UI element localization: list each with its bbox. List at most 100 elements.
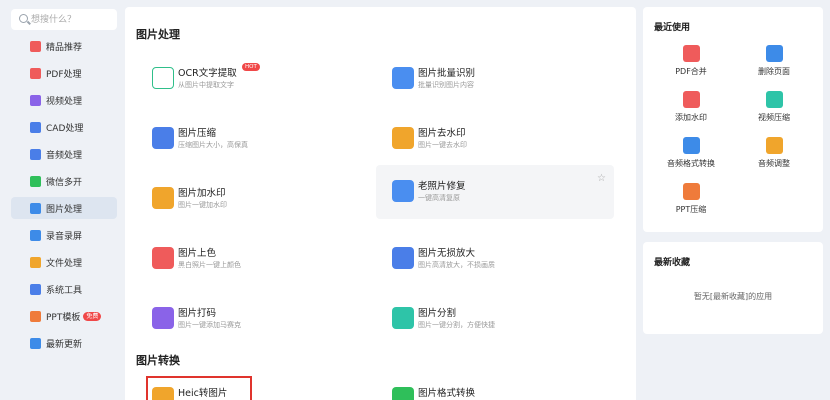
recent-item-label: 添加水印 xyxy=(675,113,707,122)
sidebar-item-cad[interactable]: CAD处理 xyxy=(11,116,117,138)
tool-desc: 从图片中提取文字 xyxy=(178,81,234,89)
recent-item-label: PPT压缩 xyxy=(675,205,707,214)
tool-name: 图片格式转换 xyxy=(418,388,476,399)
tool-desc: 图片一键添加马赛克 xyxy=(178,321,241,329)
paint-bucket-icon xyxy=(152,247,174,269)
tool-batch-recognize[interactable]: 图片批量识别 批量识别图片内容 xyxy=(368,52,606,106)
recent-item-video-compress[interactable]: 视频压缩 xyxy=(744,91,804,123)
recent-item-ppt-compress[interactable]: PPT压缩 xyxy=(661,183,721,215)
tool-desc: 压缩图片大小，高保真 xyxy=(178,141,248,149)
tool-desc: 一键高清复原 xyxy=(418,194,460,202)
sidebar-item-ppt[interactable]: PPT模板 免费 xyxy=(11,305,117,327)
tool-remove-watermark[interactable]: 图片去水印 图片一键去水印 xyxy=(368,112,606,166)
tool-name: 图片压缩 xyxy=(178,128,217,139)
tool-mosaic[interactable]: 图片打码 图片一键添加马赛克 xyxy=(128,292,366,346)
tool-desc: 图片一键分割，方便快捷 xyxy=(418,321,495,329)
tool-name: 图片批量识别 xyxy=(418,68,476,79)
tool-ocr[interactable]: OCR文字提取 HOT 从图片中提取文字 xyxy=(128,52,366,106)
image-icon xyxy=(30,202,41,214)
thumbs-up-icon xyxy=(30,40,41,52)
heic-icon xyxy=(152,387,174,400)
search-icon xyxy=(19,14,28,23)
tool-desc: 图片一键加水印 xyxy=(178,201,227,209)
recent-item-pdf-merge[interactable]: PDF合并 xyxy=(661,45,721,77)
sidebar-item-file[interactable]: 文件处理 xyxy=(11,251,117,273)
ppt-compress-icon xyxy=(682,183,700,200)
tool-desc: 黑白照片一键上颜色 xyxy=(178,261,241,269)
section-title-image-conversion: 图片转换 xyxy=(136,354,180,367)
favorites-panel: 最新收藏 暂无[最新收藏]的应用 xyxy=(643,242,823,334)
recent-item-label: 视频压缩 xyxy=(758,113,790,122)
tool-compress[interactable]: 图片压缩 压缩图片大小，高保真 xyxy=(128,112,366,166)
sidebar-item-recording[interactable]: 录音录屏 xyxy=(11,224,117,246)
tool-desc: 图片一键去水印 xyxy=(418,141,467,149)
recent-item-audio-adjust[interactable]: 音频调整 xyxy=(744,137,804,169)
tool-desc: 批量识别图片内容 xyxy=(418,81,474,89)
sidebar-item-label: CAD处理 xyxy=(46,123,84,134)
tool-name: 图片无损放大 xyxy=(418,248,476,259)
recent-item-delete-page[interactable]: 删除页面 xyxy=(744,45,804,77)
tool-heic-convert[interactable]: Heic转图片 xyxy=(128,372,366,400)
tool-split[interactable]: 图片分割 图片一键分割，方便快捷 xyxy=(368,292,606,346)
recent-item-add-watermark[interactable]: 添加水印 xyxy=(661,91,721,123)
audio-adjust-icon xyxy=(765,137,783,154)
microphone-icon xyxy=(30,229,41,241)
audio-icon xyxy=(30,148,41,160)
drop-icon xyxy=(152,187,174,209)
compress-icon xyxy=(152,127,174,149)
tool-name: 图片分割 xyxy=(418,308,457,319)
tool-name: 图片打码 xyxy=(178,308,217,319)
sidebar-item-label: 文件处理 xyxy=(46,258,83,269)
sidebar-item-system[interactable]: 系统工具 xyxy=(11,278,117,300)
sidebar-item-label: 音频处理 xyxy=(46,150,83,161)
video-icon xyxy=(30,94,41,106)
split-icon xyxy=(392,307,414,329)
star-icon[interactable]: ☆ xyxy=(597,173,606,184)
sidebar-item-label: 最新更新 xyxy=(46,339,83,350)
sidebar-item-label: PDF处理 xyxy=(46,69,82,80)
sidebar-item-audio[interactable]: 音频处理 xyxy=(11,143,117,165)
sidebar-item-featured[interactable]: 精品推荐 xyxy=(11,35,117,57)
sidebar-item-latest[interactable]: 最新更新 xyxy=(11,332,117,354)
sidebar-item-label: 微信多开 xyxy=(46,177,83,188)
sidebar-item-wechat[interactable]: 微信多开 xyxy=(11,170,117,192)
wrench-icon xyxy=(392,180,414,202)
pdf-merge-icon xyxy=(682,45,700,62)
sidebar-item-label: 视频处理 xyxy=(46,96,83,107)
favorites-title: 最新收藏 xyxy=(654,258,691,268)
recent-panel: 最近使用 PDF合并 删除页面 添加水印 视频压缩 音频格式转换 音频调整 PP… xyxy=(643,7,823,232)
wechat-icon xyxy=(30,175,41,187)
tool-add-watermark[interactable]: 图片加水印 图片一键加水印 xyxy=(128,172,366,226)
search-input[interactable] xyxy=(31,12,115,27)
sidebar-item-label: 精品推荐 xyxy=(46,42,83,53)
recent-title: 最近使用 xyxy=(654,23,691,33)
drop-icon xyxy=(392,127,414,149)
recent-item-label: PDF合并 xyxy=(675,67,707,76)
sidebar-item-image[interactable]: 图片处理 xyxy=(11,197,117,219)
tool-colorize[interactable]: 图片上色 黑白照片一键上颜色 xyxy=(128,232,366,286)
main-panel: 图片处理 OCR文字提取 HOT 从图片中提取文字 图片批量识别 批量识别图片内… xyxy=(125,7,636,400)
sidebar-item-label: 录音录屏 xyxy=(46,231,83,242)
sidebar-item-video[interactable]: 视频处理 xyxy=(11,89,117,111)
enlarge-icon xyxy=(392,247,414,269)
audio-convert-icon xyxy=(682,137,700,154)
tool-name: Heic转图片 xyxy=(178,388,228,399)
tool-upscale[interactable]: 图片无损放大 图片高清放大，不损画质 xyxy=(368,232,606,286)
search-box[interactable] xyxy=(11,9,117,30)
recent-item-label: 音频格式转换 xyxy=(667,159,715,168)
tool-photo-restore[interactable]: 老照片修复 一键高清复原 ☆ xyxy=(376,165,614,219)
recent-item-audio-convert[interactable]: 音频格式转换 xyxy=(661,137,721,169)
tool-name: 图片加水印 xyxy=(178,188,226,199)
video-compress-icon xyxy=(765,91,783,108)
section-title-image-processing: 图片处理 xyxy=(136,28,180,41)
tool-format-convert[interactable]: 图片格式转换 xyxy=(368,372,606,400)
tool-desc: 图片高清放大，不损画质 xyxy=(418,261,495,269)
sidebar: 精品推荐 PDF处理 视频处理 CAD处理 音频处理 微信多开 图片处理 录音录… xyxy=(0,0,124,400)
ocr-icon xyxy=(152,67,174,89)
image-icon xyxy=(392,67,414,89)
sidebar-item-pdf[interactable]: PDF处理 xyxy=(11,62,117,84)
pdf-icon xyxy=(30,67,41,79)
mosaic-icon xyxy=(152,307,174,329)
ppt-icon xyxy=(30,310,41,322)
favorites-empty-text: 暂无[最新收藏]的应用 xyxy=(693,292,773,301)
